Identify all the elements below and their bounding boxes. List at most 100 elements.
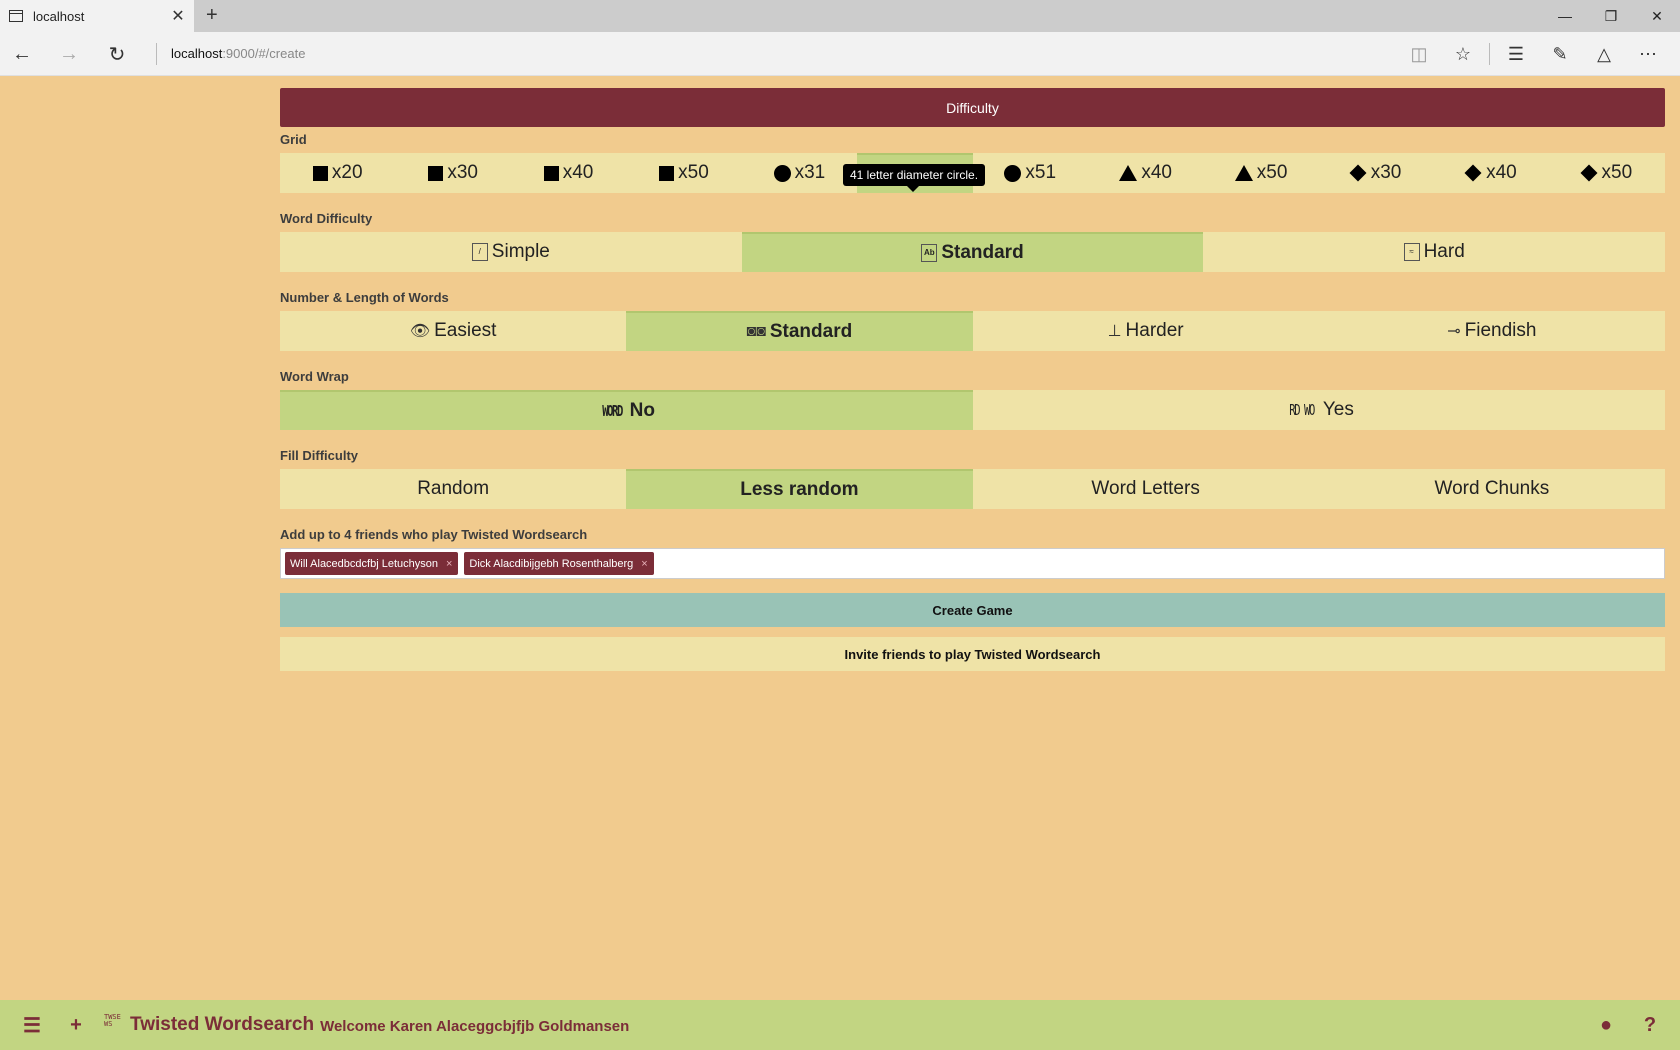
restore-icon[interactable]: ❐ <box>1588 0 1634 32</box>
telescope-icon: ⊥ <box>1107 323 1122 340</box>
browser-titlebar: localhost ✕ + — ❐ ✕ <box>0 0 1680 32</box>
word-difficulty-options: / Simple Ab Standard ≈ Hard <box>280 232 1665 272</box>
grid-option[interactable]: x40 <box>511 153 626 193</box>
option-label: Standard <box>769 321 853 342</box>
friends-label: Add up to 4 friends who play Twisted Wor… <box>280 527 588 542</box>
grid-option-label: x50 <box>1601 162 1633 183</box>
remove-friend-icon[interactable]: × <box>446 558 452 570</box>
grid-option[interactable]: x20 <box>280 153 395 193</box>
reading-view-icon[interactable]: ◫ <box>1397 40 1441 68</box>
grid-option[interactable]: x40 <box>1434 153 1549 193</box>
grid-option[interactable]: x30 <box>395 153 510 193</box>
word-count-standard[interactable]: ◙◙ Standard <box>626 311 973 351</box>
share-icon[interactable]: △ <box>1582 40 1626 68</box>
minimize-icon[interactable]: — <box>1542 0 1588 32</box>
option-label: Standard <box>941 242 1024 263</box>
friend-chip[interactable]: Dick Alacdibijgebh Rosenthalberg × <box>464 552 654 575</box>
option-label: Fiendish <box>1464 320 1537 341</box>
browser-tab[interactable]: localhost ✕ <box>0 0 194 32</box>
close-tab-icon[interactable]: ✕ <box>168 6 188 26</box>
web-note-icon[interactable]: ✎ <box>1538 40 1582 68</box>
fill-random[interactable]: Random <box>280 469 626 509</box>
forward-icon[interactable]: → <box>55 40 83 68</box>
fill-word-chunks[interactable]: Word Chunks <box>1319 469 1665 509</box>
grid-option-label: x30 <box>447 162 478 183</box>
word-count-options: 👁 Easiest ◙◙ Standard ⊥ Harder ⊸ Fiendish <box>280 311 1665 351</box>
word-wrap-on-icon: RD WO <box>1288 401 1315 419</box>
diamond-icon <box>1464 164 1482 182</box>
tab-title: localhost <box>33 8 85 24</box>
app-title[interactable]: Twisted Wordsearch <box>130 1014 314 1036</box>
invite-friends-button[interactable]: Invite friends to play Twisted Wordsearc… <box>280 637 1665 671</box>
grid-option-label: x50 <box>678 162 709 183</box>
back-icon[interactable]: ← <box>8 40 36 68</box>
url-host: localhost <box>171 46 223 61</box>
word-count-label: Number & Length of Words <box>280 290 449 305</box>
friend-chip[interactable]: Will Alacedbcdcfbj Letuchyson × <box>285 552 459 575</box>
remove-friend-icon[interactable]: × <box>641 558 647 570</box>
user-icon[interactable]: ● <box>1584 1000 1628 1050</box>
fill-word-letters[interactable]: Word Letters <box>973 469 1319 509</box>
word-difficulty-standard[interactable]: Ab Standard <box>741 232 1204 272</box>
triangle-icon <box>1119 165 1138 181</box>
microscope-icon: ⊸ <box>1447 323 1461 340</box>
grid-option[interactable]: x31 <box>742 153 857 193</box>
grid-tooltip: 41 letter diameter circle. <box>843 164 986 192</box>
grid-option-label: x50 <box>1256 162 1288 183</box>
grid-option-label: x51 <box>1025 162 1057 183</box>
word-wrap-no[interactable]: WORD No <box>280 390 973 430</box>
grid-option-label: x20 <box>331 162 363 183</box>
grid-option[interactable]: x40 <box>1088 153 1203 193</box>
favorite-star-icon[interactable]: ☆ <box>1441 40 1485 68</box>
option-label: Harder <box>1125 320 1184 341</box>
grid-option[interactable]: x50 <box>626 153 741 193</box>
page-icon <box>9 10 23 22</box>
friends-input[interactable]: Will Alacedbcdcfbj Letuchyson × Dick Ala… <box>280 548 1665 579</box>
tools-separator <box>1489 43 1490 65</box>
address-bar[interactable]: localhost:9000/#/create <box>171 46 305 61</box>
word-difficulty-hard[interactable]: ≈ Hard <box>1203 232 1665 272</box>
option-label: Easiest <box>434 320 497 341</box>
word-wrap-options: WORD No RD WO Yes <box>280 390 1665 430</box>
word-count-harder[interactable]: ⊥ Harder <box>973 311 1319 351</box>
add-game-icon[interactable]: + <box>54 1000 98 1050</box>
grid-option[interactable]: x50 <box>1550 153 1665 193</box>
fill-difficulty-options: Random Less random Word Letters Word Chu… <box>280 469 1665 509</box>
word-wrap-off-icon: WORD <box>601 402 623 420</box>
app-footer: ☰ + TWSE WS Twisted Wordsearch Welcome K… <box>0 1000 1680 1050</box>
grid-option[interactable]: x30 <box>1319 153 1434 193</box>
grid-option-label: x40 <box>562 162 594 183</box>
square-icon <box>428 165 444 181</box>
word-difficulty-label: Word Difficulty <box>280 211 373 226</box>
word-count-fiendish[interactable]: ⊸ Fiendish <box>1319 311 1665 351</box>
grid-option-label: x40 <box>1486 162 1517 183</box>
grid-option-label: x31 <box>794 162 826 183</box>
grid-option-label: x40 <box>1141 162 1172 183</box>
option-label: Hard <box>1423 241 1465 262</box>
browser-navbar: ← → ↻ localhost:9000/#/create ◫ ☆ ☰ ✎ △ … <box>0 32 1680 76</box>
fill-difficulty-label: Fill Difficulty <box>280 448 358 463</box>
fill-less-random[interactable]: Less random <box>626 469 973 509</box>
word-count-easiest[interactable]: 👁 Easiest <box>280 311 626 351</box>
grid-option[interactable]: x51 <box>973 153 1088 193</box>
more-icon[interactable]: ⋯ <box>1626 40 1670 68</box>
new-tab-icon[interactable]: + <box>206 4 218 27</box>
square-icon <box>312 165 328 181</box>
refresh-icon[interactable]: ↻ <box>103 40 131 68</box>
grid-option[interactable]: x50 <box>1203 153 1318 193</box>
eye-icon: 👁 <box>409 323 431 340</box>
friend-name: Will Alacedbcdcfbj Letuchyson <box>290 557 438 570</box>
menu-icon[interactable]: ☰ <box>10 1000 54 1050</box>
create-game-button[interactable]: Create Game <box>280 593 1665 627</box>
option-label: Yes <box>1322 399 1354 420</box>
circle-icon <box>1004 164 1022 182</box>
triangle-icon <box>1234 165 1253 181</box>
friend-name: Dick Alacdibijgebh Rosenthalberg <box>469 557 634 570</box>
word-wrap-yes[interactable]: RD WO Yes <box>973 390 1666 430</box>
word-difficulty-simple[interactable]: / Simple <box>280 232 742 272</box>
close-window-icon[interactable]: ✕ <box>1634 0 1680 32</box>
option-label: Simple <box>491 241 550 262</box>
hub-icon[interactable]: ☰ <box>1494 40 1538 68</box>
grid-label: Grid <box>280 132 307 147</box>
help-icon[interactable]: ? <box>1628 1000 1672 1050</box>
